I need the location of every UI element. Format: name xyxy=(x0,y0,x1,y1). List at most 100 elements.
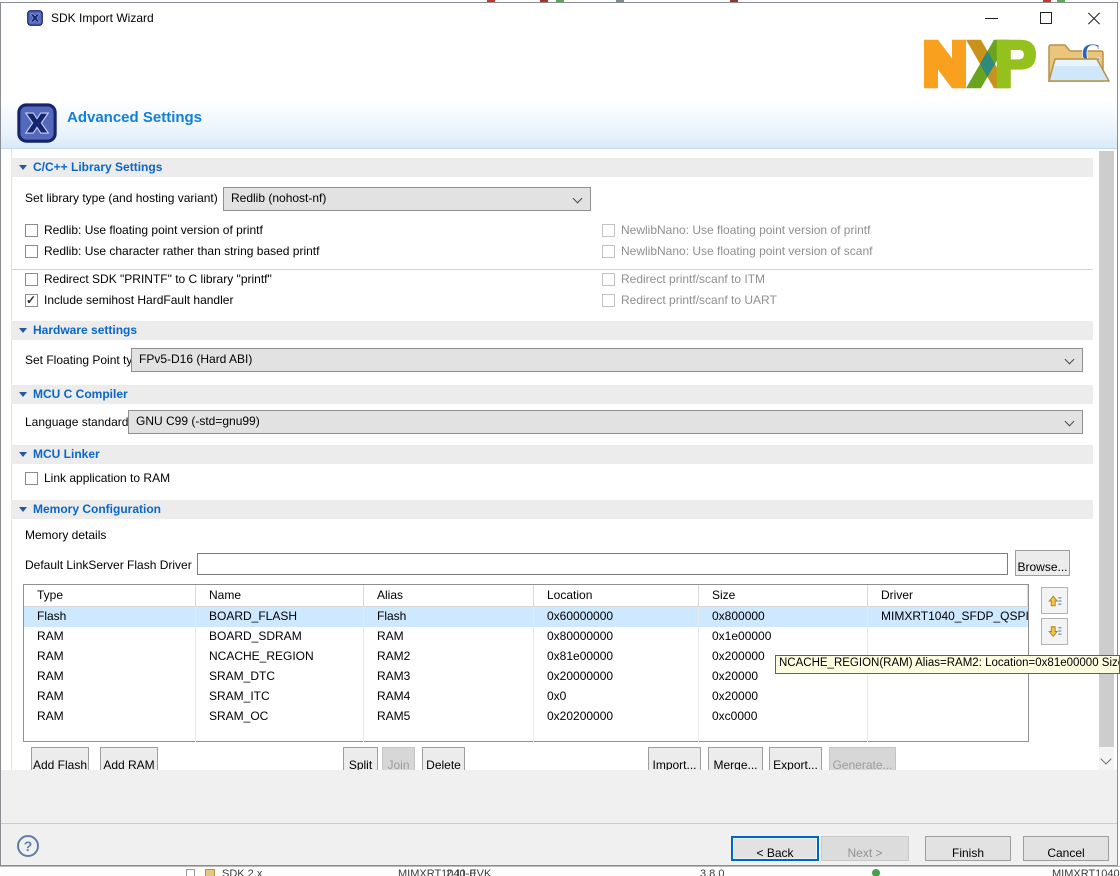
checkbox-label: Redirect printf/scanf to UART xyxy=(621,293,777,307)
background-text: 2.11.0 xyxy=(446,868,476,876)
export-button[interactable]: Export... xyxy=(769,747,822,772)
mcuxpresso-app-icon xyxy=(27,10,43,26)
add-ram-button[interactable]: Add RAM xyxy=(100,747,158,772)
column-header-driver[interactable]: Driver xyxy=(868,585,1028,606)
nxp-logo xyxy=(924,39,1036,89)
checkbox-box xyxy=(602,224,615,237)
finish-button[interactable]: Finish xyxy=(925,836,1011,861)
split-button[interactable]: Split xyxy=(343,747,378,772)
flash-driver-input[interactable] xyxy=(197,553,1008,575)
collapse-icon xyxy=(19,328,27,333)
column-header-location[interactable]: Location xyxy=(534,585,699,606)
help-icon: ? xyxy=(24,838,33,854)
checkbox-box[interactable] xyxy=(25,245,38,258)
background-checkbox xyxy=(186,869,195,876)
title-bar[interactable]: SDK Import Wizard xyxy=(1,3,1117,33)
add-flash-button[interactable]: Add Flash xyxy=(31,747,89,772)
library-type-select[interactable]: Redlib (nohost-nf) xyxy=(223,187,591,211)
merge-button[interactable]: Merge... xyxy=(708,747,763,772)
checkbox-box[interactable] xyxy=(25,294,38,307)
cancel-button[interactable]: Cancel xyxy=(1023,836,1109,861)
language-standard-value: GNU C99 (-std=gnu99) xyxy=(136,414,260,428)
table-empty-area xyxy=(24,727,1028,742)
section-title: MCU C Compiler xyxy=(33,387,128,401)
checkbox-label: Redlib: Use character rather than string… xyxy=(44,244,319,258)
checkbox-label: NewlibNano: Use floating point version o… xyxy=(621,223,870,237)
cell-alias: Flash xyxy=(364,607,534,627)
minimize-button[interactable] xyxy=(967,3,1017,33)
cell-alias: RAM2 xyxy=(364,647,534,667)
move-up-button[interactable] xyxy=(1041,587,1068,614)
table-actions-row: Add Flash Add RAM Split Join Delete Impo… xyxy=(1,747,1097,772)
section-header-hardware[interactable]: Hardware settings xyxy=(11,321,1093,340)
move-down-icon xyxy=(1046,623,1063,640)
section-header-linker[interactable]: MCU Linker xyxy=(11,445,1093,464)
window-title: SDK Import Wizard xyxy=(51,11,154,25)
checkbox-label: Include semihost HardFault handler xyxy=(44,293,233,307)
minimize-icon xyxy=(985,18,998,19)
footer-separator xyxy=(1,823,1117,824)
column-header-alias[interactable]: Alias xyxy=(364,585,534,606)
column-header-name[interactable]: Name xyxy=(196,585,364,606)
cell-alias: RAM3 xyxy=(364,667,534,687)
checkbox-label: NewlibNano: Use floating point version o… xyxy=(621,244,872,258)
column-header-type[interactable]: Type xyxy=(24,585,196,606)
checkbox-box xyxy=(602,294,615,307)
cell-name: SRAM_DTC xyxy=(196,667,364,687)
cell-location: 0x20000000 xyxy=(534,667,699,687)
back-button[interactable]: < Back xyxy=(731,836,819,861)
button-bar: ? < Back Next > Finish Cancel xyxy=(1,770,1117,865)
checkbox-box[interactable] xyxy=(25,273,38,286)
delete-button[interactable]: Delete xyxy=(422,747,465,772)
cell-location: 0x80000000 xyxy=(534,627,699,647)
cell-driver: MIMXRT1040_SFDP_QSPI.cfx xyxy=(868,607,1028,627)
chevron-down-icon xyxy=(1065,417,1075,427)
background-text: SDK 2.x xyxy=(222,868,262,876)
cell-name: BOARD_SDRAM xyxy=(196,627,364,647)
table-row[interactable]: RAM BOARD_SDRAM RAM 0x80000000 0x1e00000 xyxy=(24,627,1028,647)
floating-point-label: Set Floating Point type xyxy=(25,353,146,367)
floating-point-value: FPv5-D16 (Hard ABI) xyxy=(139,352,252,366)
language-standard-select[interactable]: GNU C99 (-std=gnu99) xyxy=(128,410,1083,434)
section-header-library[interactable]: C/C++ Library Settings xyxy=(11,158,1093,177)
cell-type: RAM xyxy=(24,647,196,667)
section-header-memory[interactable]: Memory Configuration xyxy=(11,500,1093,519)
section-title: Memory Configuration xyxy=(33,502,161,516)
checkbox-box xyxy=(602,273,615,286)
browse-button[interactable]: Browse... xyxy=(1015,550,1070,576)
section-header-compiler[interactable]: MCU C Compiler xyxy=(11,385,1093,404)
cell-alias: RAM xyxy=(364,627,534,647)
scrollbar-track[interactable] xyxy=(1099,151,1114,771)
collapse-icon xyxy=(19,165,27,170)
cell-type: RAM xyxy=(24,667,196,687)
flash-driver-label: Default LinkServer Flash Driver xyxy=(25,558,192,572)
collapse-icon xyxy=(19,452,27,457)
table-row[interactable]: RAM SRAM_ITC RAM4 0x0 0x20000 xyxy=(24,687,1028,707)
checkbox-label: Redlib: Use floating point version of pr… xyxy=(44,223,263,237)
floating-point-select[interactable]: FPv5-D16 (Hard ABI) xyxy=(131,348,1083,372)
maximize-button[interactable] xyxy=(1021,3,1071,33)
checkbox-label: Link application to RAM xyxy=(44,471,170,485)
cell-alias: RAM5 xyxy=(364,707,534,727)
close-button[interactable] xyxy=(1069,3,1119,33)
background-folder-icon xyxy=(205,869,215,876)
library-type-label: Set library type (and hosting variant) xyxy=(25,191,218,205)
checkbox-label: Redirect printf/scanf to ITM xyxy=(621,272,765,286)
table-row[interactable]: Flash BOARD_FLASH Flash 0x60000000 0x800… xyxy=(24,607,1028,627)
import-button[interactable]: Import... xyxy=(648,747,701,772)
table-header-row: Type Name Alias Location Size Driver xyxy=(24,585,1028,607)
column-header-size[interactable]: Size xyxy=(699,585,868,606)
checkbox-box[interactable] xyxy=(25,472,38,485)
move-down-button[interactable] xyxy=(1041,618,1068,645)
generate-button: Generate... xyxy=(829,747,896,772)
table-row[interactable]: RAM SRAM_OC RAM5 0x20200000 0xc0000 xyxy=(24,707,1028,727)
cell-name: SRAM_OC xyxy=(196,707,364,727)
help-button[interactable]: ? xyxy=(17,835,39,857)
background-text: MIMXRT1040-EVK (10) xyxy=(1052,868,1120,876)
cell-location: 0x60000000 xyxy=(534,607,699,627)
memory-row-tooltip: NCACHE_REGION(RAM) Alias=RAM2: Location=… xyxy=(775,655,1120,674)
checkbox-box xyxy=(602,245,615,258)
chevron-down-icon xyxy=(573,194,583,204)
wizard-page-icon xyxy=(17,103,57,143)
checkbox-box[interactable] xyxy=(25,224,38,237)
